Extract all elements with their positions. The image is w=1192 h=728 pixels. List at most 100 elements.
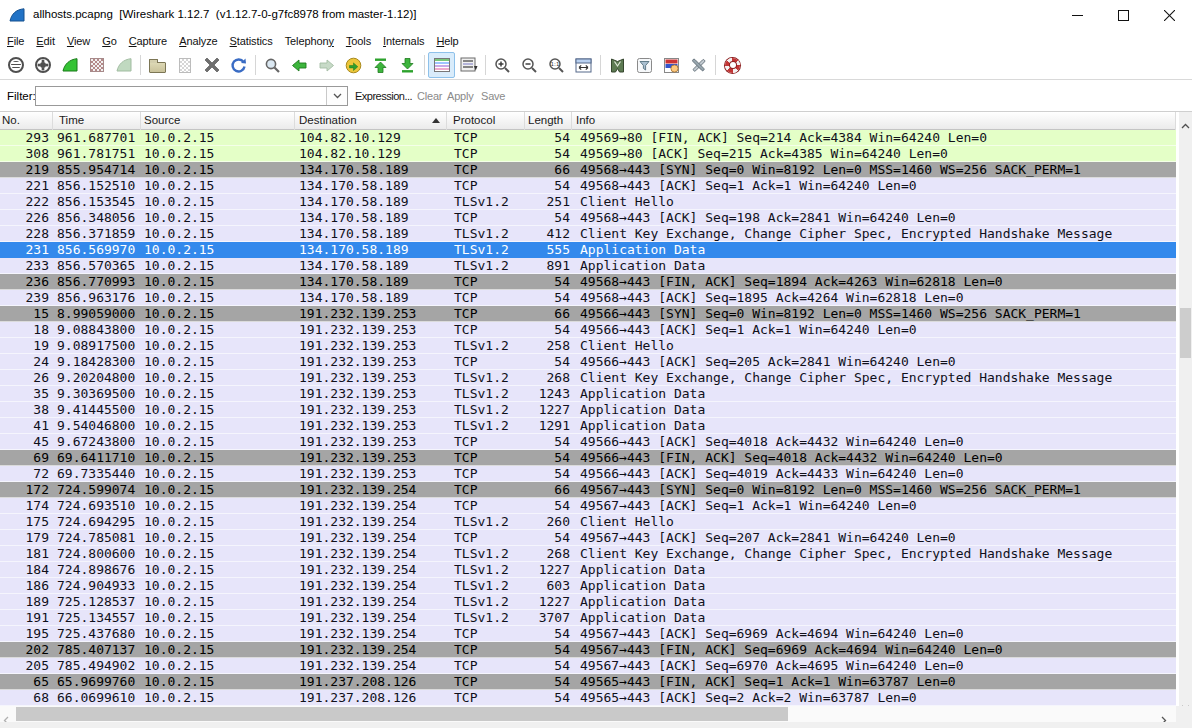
capture-restart-icon[interactable]	[110, 52, 137, 78]
packet-row-175[interactable]: 175724.69429510.0.2.15191.232.139.254TLS…	[0, 514, 1176, 530]
go-to-packet-icon[interactable]	[340, 52, 367, 78]
colorize-icon[interactable]	[428, 52, 455, 78]
packet-row-226[interactable]: 226856.34805610.0.2.15134.170.58.189TCP5…	[0, 210, 1176, 226]
capture-options-icon[interactable]	[29, 52, 56, 78]
vertical-scrollbar-thumb[interactable]	[1180, 308, 1191, 358]
list-interfaces-icon[interactable]	[2, 52, 29, 78]
auto-scroll-icon[interactable]	[455, 52, 482, 78]
cell-protocol: TCP	[447, 178, 525, 193]
packet-row-195[interactable]: 195725.43768010.0.2.15191.232.139.254TCP…	[0, 626, 1176, 642]
resize-columns-icon[interactable]	[570, 52, 597, 78]
packet-row-181[interactable]: 181724.80060010.0.2.15191.232.139.254TLS…	[0, 546, 1176, 562]
packet-row-15[interactable]: 158.9905900010.0.2.15191.232.139.253TCP6…	[0, 306, 1176, 322]
capture-filters-icon[interactable]	[604, 52, 631, 78]
scroll-up-icon[interactable]	[1181, 115, 1190, 133]
packet-row-186[interactable]: 186724.90493310.0.2.15191.232.139.254TLS…	[0, 578, 1176, 594]
packet-row-184[interactable]: 184724.89867610.0.2.15191.232.139.254TLS…	[0, 562, 1176, 578]
menu-statistics[interactable]: Statistics	[224, 33, 279, 49]
menu-telephony[interactable]: Telephony	[279, 33, 340, 49]
expression-button[interactable]: Expression...	[355, 90, 412, 102]
cell-protocol: TCP	[447, 530, 525, 545]
close-button[interactable]	[1146, 0, 1192, 30]
packet-row-65[interactable]: 6565.969976010.0.2.15191.237.208.126TCP5…	[0, 674, 1176, 690]
packet-row-189[interactable]: 189725.12853710.0.2.15191.232.139.254TLS…	[0, 594, 1176, 610]
zoom-in-icon[interactable]	[489, 52, 516, 78]
vertical-scrollbar[interactable]	[1177, 112, 1192, 706]
minimize-button[interactable]	[1054, 0, 1100, 30]
open-file-icon[interactable]	[144, 52, 171, 78]
zoom-normal-icon[interactable]: 1:1	[543, 52, 570, 78]
packet-row-179[interactable]: 179724.78508110.0.2.15191.232.139.254TCP…	[0, 530, 1176, 546]
packet-row-236[interactable]: 236856.77099310.0.2.15134.170.58.189TCP5…	[0, 274, 1176, 290]
save-file-icon[interactable]	[171, 52, 198, 78]
packet-row-174[interactable]: 174724.69351010.0.2.15191.232.139.254TCP…	[0, 498, 1176, 514]
cell-info: 49565→443 [ACK] Seq=2 Ack=2 Win=63787 Le…	[572, 690, 1176, 705]
close-file-icon[interactable]	[198, 52, 225, 78]
apply-button[interactable]: Apply	[447, 90, 474, 102]
packet-row-231[interactable]: 231856.56997010.0.2.15134.170.58.189TLSv…	[0, 242, 1176, 258]
packet-row-24[interactable]: 249.1842830010.0.2.15191.232.139.253TCP5…	[0, 354, 1176, 370]
column-header-length[interactable]: Length	[525, 112, 572, 130]
menu-go[interactable]: Go	[96, 33, 123, 49]
cell-destination: 191.237.208.126	[295, 674, 447, 689]
packet-row-219[interactable]: 219855.95471410.0.2.15134.170.58.189TCP6…	[0, 162, 1176, 178]
column-header-no[interactable]: No.	[0, 112, 53, 130]
save-filter-button[interactable]: Save	[481, 90, 505, 102]
packet-row-222[interactable]: 222856.15354510.0.2.15134.170.58.189TLSv…	[0, 194, 1176, 210]
filter-dropdown-icon[interactable]	[326, 87, 347, 105]
packet-row-172[interactable]: 172724.59907410.0.2.15191.232.139.254TCP…	[0, 482, 1176, 498]
display-filters-icon[interactable]	[631, 52, 658, 78]
column-header-protocol[interactable]: Protocol	[447, 112, 525, 130]
packet-row-308[interactable]: 308961.78175110.0.2.15104.82.10.129TCP54…	[0, 146, 1176, 162]
packet-row-45[interactable]: 459.6724380010.0.2.15191.232.139.253TCP5…	[0, 434, 1176, 450]
packet-row-72[interactable]: 7269.733544010.0.2.15191.232.139.253TCP5…	[0, 466, 1176, 482]
preferences-icon[interactable]	[685, 52, 712, 78]
packet-row-68[interactable]: 6866.069961010.0.2.15191.237.208.126TCP5…	[0, 690, 1176, 706]
packet-row-69[interactable]: 6969.641171010.0.2.15191.232.139.253TCP5…	[0, 450, 1176, 466]
packet-row-38[interactable]: 389.4144550010.0.2.15191.232.139.253TLSv…	[0, 402, 1176, 418]
help-icon[interactable]	[719, 52, 746, 78]
menu-capture[interactable]: Capture	[123, 33, 173, 49]
packet-row-233[interactable]: 233856.57036510.0.2.15134.170.58.189TLSv…	[0, 258, 1176, 274]
packet-row-205[interactable]: 205785.49490210.0.2.15191.232.139.254TCP…	[0, 658, 1176, 674]
menu-view[interactable]: View	[61, 33, 96, 49]
column-header-info[interactable]: Info	[572, 112, 1176, 130]
menu-internals[interactable]: Internals	[377, 33, 430, 49]
menu-file[interactable]: File	[1, 33, 30, 49]
zoom-out-icon[interactable]	[516, 52, 543, 78]
find-packet-icon[interactable]	[259, 52, 286, 78]
column-header-source[interactable]: Source	[141, 112, 295, 130]
menu-tools[interactable]: Tools	[340, 33, 377, 49]
packet-row-18[interactable]: 189.0884380010.0.2.15191.232.139.253TCP5…	[0, 322, 1176, 338]
reload-icon[interactable]	[225, 52, 252, 78]
packet-row-228[interactable]: 228856.37185910.0.2.15134.170.58.189TLSv…	[0, 226, 1176, 242]
packet-row-35[interactable]: 359.3036950010.0.2.15191.232.139.253TLSv…	[0, 386, 1176, 402]
go-to-top-icon[interactable]	[367, 52, 394, 78]
packet-row-293[interactable]: 293961.68770110.0.2.15104.82.10.129TCP54…	[0, 130, 1176, 146]
packet-row-41[interactable]: 419.5404680010.0.2.15191.232.139.253TLSv…	[0, 418, 1176, 434]
capture-stop-icon[interactable]	[83, 52, 110, 78]
packet-row-19[interactable]: 199.0891750010.0.2.15191.232.139.253TLSv…	[0, 338, 1176, 354]
clear-button[interactable]: Clear	[417, 90, 442, 102]
column-header-time[interactable]: Time	[53, 112, 141, 130]
horizontal-scrollbar-thumb[interactable]	[16, 707, 788, 721]
go-back-icon[interactable]	[286, 52, 313, 78]
menu-edit[interactable]: Edit	[30, 33, 61, 49]
menu-analyze[interactable]: Analyze	[173, 33, 223, 49]
maximize-button[interactable]	[1100, 0, 1146, 30]
packet-row-202[interactable]: 202785.40713710.0.2.15191.232.139.254TCP…	[0, 642, 1176, 658]
coloring-rules-icon[interactable]	[658, 52, 685, 78]
go-to-bottom-icon[interactable]	[394, 52, 421, 78]
packet-row-26[interactable]: 269.2020480010.0.2.15191.232.139.253TLSv…	[0, 370, 1176, 386]
packet-row-239[interactable]: 239856.96317610.0.2.15134.170.58.189TCP5…	[0, 290, 1176, 306]
go-forward-icon[interactable]	[313, 52, 340, 78]
cell-info: Client Hello	[572, 194, 1176, 209]
cell-info: Client Hello	[572, 338, 1176, 353]
cell-length: 1227	[525, 594, 572, 609]
capture-start-icon[interactable]	[56, 52, 83, 78]
menu-help[interactable]: Help	[430, 33, 464, 49]
packet-row-221[interactable]: 221856.15251010.0.2.15134.170.58.189TCP5…	[0, 178, 1176, 194]
packet-row-191[interactable]: 191725.13455710.0.2.15191.232.139.254TLS…	[0, 610, 1176, 626]
filter-input[interactable]	[35, 86, 348, 106]
column-header-destination[interactable]: Destination	[295, 112, 447, 130]
